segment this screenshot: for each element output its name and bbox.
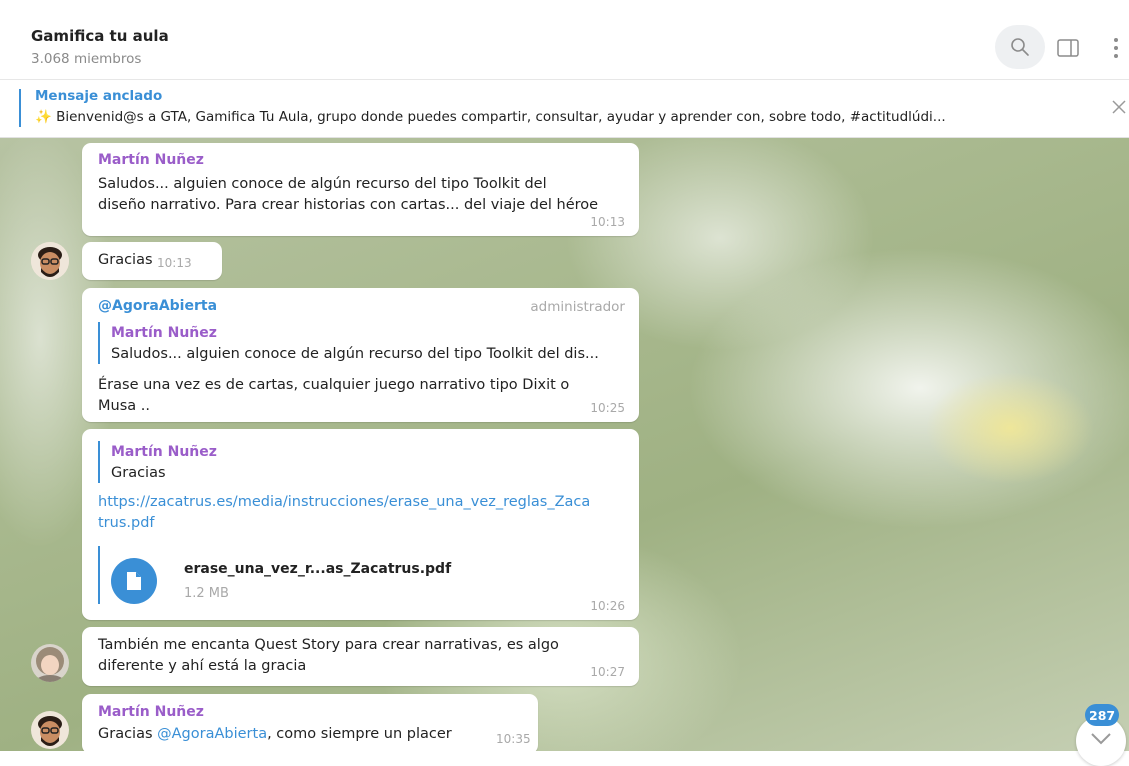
avatar-icon	[31, 711, 69, 749]
message-sender[interactable]: @AgoraAbierta	[98, 298, 217, 314]
reply-text: Gracias	[111, 465, 166, 481]
message-time: 10:13	[157, 256, 192, 270]
message-text-line: diseño narrativo. Para crear historias c…	[98, 197, 599, 213]
chat-header: Gamifica tu aula 3.068 miembros	[0, 0, 1129, 80]
message-time: 10:25	[590, 401, 625, 415]
side-panel-icon	[1057, 39, 1079, 57]
message-bubble[interactable]: @AgoraAbierta administrador Martín Nuñez…	[82, 288, 639, 422]
pinned-accent-bar	[19, 89, 21, 127]
chat-title[interactable]: Gamifica tu aula	[31, 27, 169, 45]
message-sender[interactable]: Martín Nuñez	[98, 704, 204, 720]
pinned-message-bar[interactable]: Mensaje anclado ✨ Bienvenid@s a GTA, Gam…	[0, 80, 1129, 138]
pinned-text: ✨ Bienvenid@s a GTA, Gamifica Tu Aula, g…	[35, 109, 946, 125]
message-time: 10:13	[590, 215, 625, 229]
message-time: 10:27	[590, 665, 625, 679]
reply-quote-bar	[98, 322, 100, 364]
close-pinned-button[interactable]	[1106, 94, 1129, 120]
member-count: 3.068 miembros	[31, 51, 142, 67]
message-sender[interactable]: Martín Nuñez	[98, 152, 204, 168]
avatar-icon	[31, 644, 69, 682]
file-download-button[interactable]	[111, 558, 157, 604]
message-text-line: Érase una vez es de cartas, cualquier ju…	[98, 377, 570, 393]
avatar[interactable]	[31, 242, 69, 280]
search-button[interactable]	[995, 25, 1045, 69]
message-text-part: , como siempre un placer	[267, 726, 452, 742]
chat-area[interactable]: Martín Nuñez Saludos... alguien conoce d…	[0, 138, 1129, 751]
reply-sender[interactable]: Martín Nuñez	[111, 325, 217, 341]
admin-badge: administrador	[530, 299, 625, 315]
chevron-down-icon	[1091, 733, 1111, 745]
message-link-line[interactable]: https://zacatrus.es/media/instrucciones/…	[98, 492, 590, 513]
avatar[interactable]	[31, 711, 69, 749]
message-bubble[interactable]: Martín Nuñez Saludos... alguien conoce d…	[82, 143, 639, 236]
more-vertical-icon	[1114, 38, 1118, 58]
message-text-line: Saludos... alguien conoce de algún recur…	[98, 176, 547, 192]
avatar-icon	[31, 242, 69, 280]
close-icon	[1112, 100, 1126, 114]
message-bubble[interactable]: Martín Nuñez Gracias https://zacatrus.es…	[82, 429, 639, 620]
message-text: Gracias @AgoraAbierta, como siempre un p…	[98, 724, 452, 745]
message-text-line: También me encanta Quest Story para crea…	[98, 637, 559, 653]
pinned-label: Mensaje anclado	[35, 88, 163, 104]
mention-link[interactable]: @AgoraAbierta	[157, 726, 267, 742]
more-options-button[interactable]	[1108, 34, 1124, 62]
message-text-part: Gracias	[98, 726, 158, 742]
side-panel-button[interactable]	[1056, 36, 1080, 60]
file-size: 1.2 MB	[184, 586, 229, 601]
reply-text: Saludos... alguien conoce de algún recur…	[111, 346, 599, 362]
avatar[interactable]	[31, 644, 69, 682]
attachment-bar	[98, 546, 100, 604]
message-time: 10:35	[496, 732, 531, 746]
search-icon	[1011, 38, 1029, 56]
file-name[interactable]: erase_una_vez_r...as_Zacatrus.pdf	[184, 561, 451, 577]
message-link-line[interactable]: trus.pdf	[98, 513, 155, 534]
message-text-line: Musa ..	[98, 398, 150, 414]
message-text-line: diferente y ahí está la gracia	[98, 658, 307, 674]
file-icon	[127, 572, 141, 590]
reply-quote-bar	[98, 441, 100, 483]
message-bubble[interactable]: Martín Nuñez Gracias @AgoraAbierta, como…	[82, 694, 538, 751]
message-bubble[interactable]: También me encanta Quest Story para crea…	[82, 627, 639, 686]
message-time: 10:26	[590, 599, 625, 613]
message-text: Gracias	[98, 252, 153, 268]
unread-count-badge[interactable]: 287	[1085, 704, 1120, 726]
reply-sender[interactable]: Martín Nuñez	[111, 444, 217, 460]
message-bubble[interactable]: Gracias 10:13	[82, 242, 222, 280]
